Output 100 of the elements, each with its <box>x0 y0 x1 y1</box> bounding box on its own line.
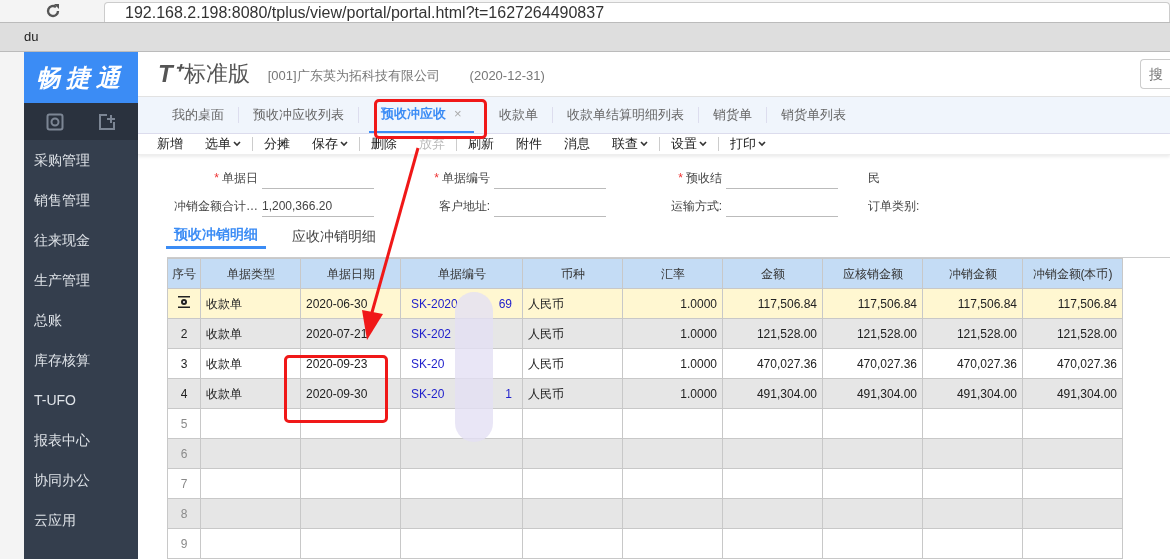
table-cell: 117,506.84 <box>757 296 817 311</box>
search-doc-icon[interactable] <box>46 112 64 131</box>
table-row[interactable]: 收款单 2020-06-30 SK-2020 69 人民币 1.0000 117,506.84 117,506.84 117,506.84 117,506.84 <box>167 288 1123 319</box>
column-header[interactable]: 冲销金额 <box>922 258 1023 289</box>
tab[interactable]: 预收冲应收列表 <box>241 96 356 134</box>
column-header[interactable]: 币种 <box>522 258 623 289</box>
row-number: 7 <box>180 476 188 491</box>
period-date: (2020-12-31) <box>469 67 545 86</box>
table-cell: 117,506.84 <box>857 296 917 311</box>
table-cell: 121,528.00 <box>756 326 817 341</box>
column-header[interactable]: 金额 <box>722 258 823 289</box>
table-cell[interactable]: 69 <box>498 294 512 313</box>
form-field[interactable]: 1,200,366.20 <box>262 195 374 217</box>
bookmark-link[interactable]: du <box>24 27 39 47</box>
required-marker: * <box>678 170 683 187</box>
gear-icon[interactable] <box>178 295 190 308</box>
table-cell: 人民币 <box>528 386 564 401</box>
table-cell: 1.0000 <box>680 386 717 401</box>
toolbar-button[interactable]: 联查 <box>601 134 659 154</box>
toolbar-button[interactable]: 选单 <box>194 134 252 154</box>
sidebar-item[interactable]: 云应用 <box>24 500 138 540</box>
sidebar-item[interactable]: 采购管理 <box>24 140 138 180</box>
table-cell: 1.0000 <box>680 356 717 371</box>
tab[interactable]: 我的桌面 <box>160 96 236 134</box>
table-cell: 2020-06-30 <box>306 296 368 311</box>
table-cell: 491,304.00 <box>956 386 1017 401</box>
table-cell: 2020-09-30 <box>306 386 368 401</box>
table-cell: 121,528.00 <box>956 326 1017 341</box>
table-cell[interactable]: SK-20 <box>411 384 445 403</box>
row-number: 8 <box>180 506 188 521</box>
table-cell[interactable]: 1 <box>505 384 512 403</box>
table-cell: 人民币 <box>528 356 564 371</box>
toolbar-button[interactable]: 分摊 <box>253 134 301 154</box>
column-header[interactable]: 序号 <box>167 258 201 289</box>
add-doc-icon[interactable] <box>98 112 116 131</box>
detail-tab[interactable]: 应收冲销明细 <box>284 223 384 249</box>
table-cell: 491,304.00 <box>856 386 917 401</box>
row-number: 3 <box>180 356 188 371</box>
sidebar-item[interactable]: 库存核算 <box>24 340 138 380</box>
table-cell: 491,304.00 <box>756 386 817 401</box>
toolbar-button[interactable]: 打印 <box>719 134 777 154</box>
sidebar-item[interactable]: T-UFO <box>24 380 138 420</box>
row-number: 4 <box>180 386 188 401</box>
tab[interactable]: 收款单结算明细列表 <box>554 96 696 134</box>
sidebar-item[interactable]: 往来现金 <box>24 220 138 260</box>
column-header[interactable]: 单据编号 <box>400 258 523 289</box>
tab[interactable]: 销货单列表 <box>768 96 858 134</box>
row-number: 6 <box>180 446 188 461</box>
field-label: 单据日 <box>222 170 258 187</box>
table-cell: 收款单 <box>206 296 242 311</box>
table-cell: 491,304.00 <box>1056 386 1117 401</box>
field-label: 运输方式: <box>670 198 722 215</box>
field-label: 订单类别: <box>868 198 920 215</box>
table-cell[interactable]: SK-20 <box>411 354 445 373</box>
required-marker: * <box>214 170 219 187</box>
sidebar-item[interactable]: 销售管理 <box>24 180 138 220</box>
column-header[interactable]: 汇率 <box>622 258 723 289</box>
row-number: 2 <box>180 326 188 341</box>
table-cell: 2020-09-23 <box>306 356 368 371</box>
field-label: 冲销金额合计… <box>174 198 258 215</box>
toolbar-button[interactable]: 新增 <box>146 134 194 154</box>
table-row[interactable]: 9 <box>167 528 1123 559</box>
table-cell: 收款单 <box>206 326 242 341</box>
table-cell: 117,506.84 <box>1057 296 1117 311</box>
address-bar[interactable]: 192.168.2.198:8080/tplus/view/portal/portal.html?t=1627264490837 <box>104 2 1170 22</box>
toolbar-button[interactable]: 附件 <box>505 134 553 154</box>
table-cell[interactable]: SK-2020 <box>411 294 458 313</box>
toolbar-button[interactable]: 设置 <box>660 134 718 154</box>
search-field[interactable]: 搜 <box>1140 58 1170 89</box>
company-name: [001]广东英为拓科技有限公司 <box>267 67 440 86</box>
table-cell: 470,027.36 <box>1056 356 1117 371</box>
field-label: 预收结 <box>686 170 722 187</box>
table-cell: 收款单 <box>206 356 242 371</box>
column-header[interactable]: 单据日期 <box>300 258 401 289</box>
toolbar-button[interactable]: 消息 <box>553 134 601 154</box>
sidebar-item[interactable]: 总账 <box>24 300 138 340</box>
sidebar-item[interactable]: 生产管理 <box>24 260 138 300</box>
table-cell: 人民币 <box>528 296 564 311</box>
sidebar-item[interactable]: 协同办公 <box>24 460 138 500</box>
field-label: 民 <box>868 170 880 187</box>
required-marker: * <box>434 170 439 187</box>
tab[interactable]: 销货单 <box>700 96 764 134</box>
field-label: 客户地址: <box>438 198 490 215</box>
sidebar-item[interactable]: 报表中心 <box>24 420 138 460</box>
product-title: 标准版 <box>183 60 250 89</box>
table-cell: 1.0000 <box>680 326 717 341</box>
table-cell: 1.0000 <box>680 296 717 311</box>
url-text: 192.168.2.198:8080/tplus/view/portal/portal.html?t=1627264490837 <box>125 3 605 22</box>
column-header[interactable]: 冲销金额(本币) <box>1022 258 1123 289</box>
table-cell: 117,506.84 <box>957 296 1017 311</box>
reload-icon[interactable] <box>46 4 60 18</box>
column-header[interactable]: 应核销金额 <box>822 258 923 289</box>
tab[interactable]: 收款单 <box>486 96 550 134</box>
toolbar-button[interactable]: 保存 <box>301 134 359 154</box>
logo: 畅捷通 <box>24 52 138 103</box>
table-cell: 收款单 <box>206 386 242 401</box>
table-cell: 121,528.00 <box>856 326 917 341</box>
column-header[interactable]: 单据类型 <box>200 258 301 289</box>
table-cell: 人民币 <box>528 326 564 341</box>
table-cell: 470,027.36 <box>956 356 1017 371</box>
